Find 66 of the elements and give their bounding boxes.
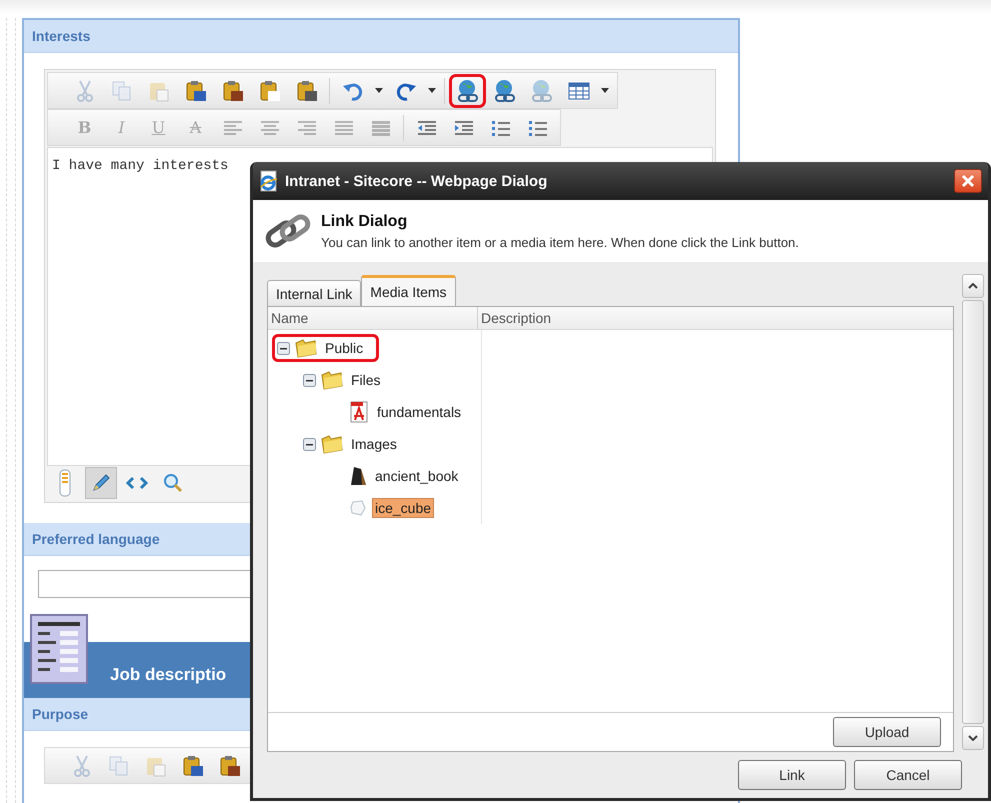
tree-item[interactable]: fundamentals — [374, 402, 464, 422]
tree-item[interactable]: ancient_book — [372, 466, 462, 486]
clipboard-icon — [184, 78, 208, 102]
collapse-icon[interactable] — [303, 374, 316, 386]
image-icon — [349, 498, 367, 518]
tab[interactable]: Media Items — [361, 275, 456, 306]
align-icon — [334, 118, 354, 136]
image-icon — [349, 465, 367, 487]
copy-icon — [108, 754, 130, 776]
copy-icon — [110, 80, 132, 102]
tree-item[interactable]: ice_cube — [372, 498, 434, 518]
clipboard-icon — [294, 78, 318, 102]
outdent-icon — [416, 118, 436, 136]
clipboard-icon — [218, 754, 242, 778]
mode-button[interactable] — [85, 467, 117, 499]
close-button[interactable] — [954, 169, 982, 193]
section-title: Interests — [32, 28, 90, 44]
dialog-description: You can link to another item or a media item here. When done click the Link button. — [321, 234, 799, 250]
section-title: Job descriptio — [110, 665, 226, 685]
clipboard-icon — [180, 754, 204, 778]
window-title: Intranet - Sitecore -- Webpage Dialog — [285, 172, 548, 190]
align-icon — [370, 118, 390, 136]
collapse-icon[interactable] — [303, 438, 316, 450]
upload-button[interactable]: Upload — [833, 717, 941, 747]
folder-icon — [321, 434, 343, 454]
numbered-list-icon — [490, 118, 510, 136]
caret-icon — [428, 88, 436, 94]
tree-item[interactable]: Files — [348, 370, 384, 390]
dialog-button[interactable]: Link — [738, 760, 846, 790]
align-icon — [222, 118, 242, 136]
scroll-thumb[interactable] — [962, 300, 984, 724]
close-icon — [961, 174, 975, 188]
code-icon — [126, 476, 148, 490]
align-icon — [260, 118, 280, 136]
editor-text: I have many interests — [52, 158, 228, 174]
dialog-heading: Link Dialog — [321, 212, 408, 230]
scroll-down-button[interactable] — [962, 726, 984, 750]
tab[interactable]: Internal Link — [267, 280, 362, 306]
split-view-icon — [59, 469, 71, 497]
column-header: Description — [480, 309, 552, 328]
folder-icon — [321, 370, 343, 390]
tree-item[interactable]: Images — [348, 434, 400, 454]
toolbar-button[interactable] — [449, 74, 486, 108]
pdf-icon — [349, 400, 369, 424]
browser-icon — [259, 170, 279, 192]
search-icon — [163, 473, 183, 493]
collapse-icon[interactable] — [277, 342, 290, 354]
caret-icon — [375, 88, 383, 94]
caret-icon — [601, 88, 609, 94]
folder-icon — [295, 338, 317, 358]
chevron-down-icon — [968, 735, 978, 741]
section-title: Purpose — [32, 706, 88, 722]
indent-icon — [454, 118, 474, 136]
table-icon — [568, 80, 590, 100]
tree-item[interactable]: Public — [322, 338, 366, 358]
clipboard-icon — [220, 78, 244, 102]
bulleted-list-icon — [528, 118, 548, 136]
column-header: Name — [268, 307, 478, 329]
section-title: Preferred language — [32, 531, 160, 547]
document-icon — [30, 614, 88, 684]
scroll-up-button[interactable] — [962, 274, 984, 298]
clipboard-icon — [258, 78, 282, 102]
dialog-button[interactable]: Cancel — [854, 760, 962, 790]
chevron-up-icon — [968, 283, 978, 289]
pencil-icon — [91, 473, 111, 493]
align-icon — [296, 118, 316, 136]
